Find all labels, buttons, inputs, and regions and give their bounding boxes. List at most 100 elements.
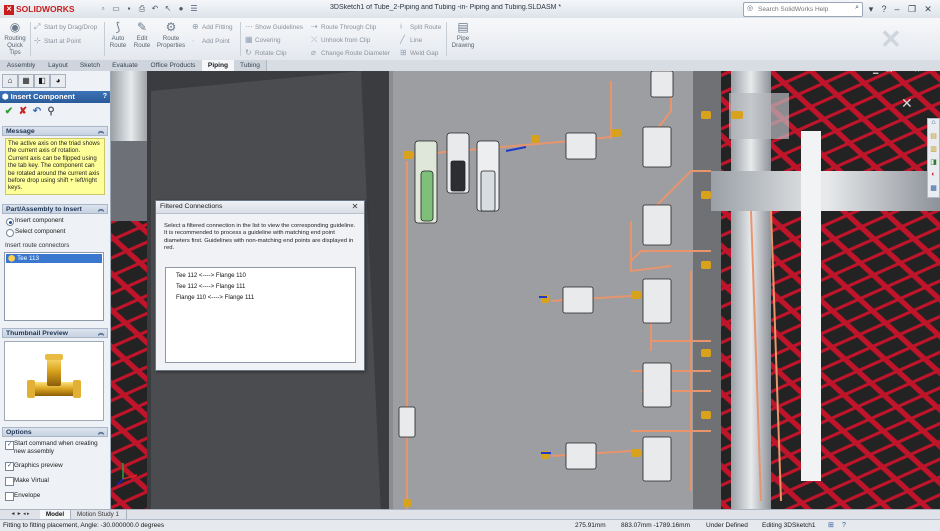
help-icon[interactable]: ? (103, 91, 107, 103)
property-manager: ⌂ ▦ ◧ ◕ ⬢ Insert Component ? ✔ ✘ ↶ ⚲ Mes… (0, 71, 111, 516)
tab-tubing[interactable]: Tubing (234, 60, 267, 71)
viewport-minimize-icon[interactable]: ▁ (873, 71, 878, 74)
start-at-point-button[interactable]: ⊹ Start at Point (34, 35, 81, 46)
add-fitting-button[interactable]: ⊕ Add Fitting (192, 21, 233, 32)
add-point-button[interactable]: ∙ Add Point (192, 35, 230, 46)
weld-gap-button[interactable]: ⊞ Weld Gap (400, 47, 438, 58)
design-library-icon[interactable]: ▤ (928, 132, 939, 145)
options-icon[interactable]: ☰ (189, 3, 199, 14)
separator (104, 22, 105, 56)
app-logo[interactable]: ✕ SOLIDWORKS (4, 2, 88, 16)
resources-icon[interactable]: ⌂ (928, 119, 939, 132)
select-component-radio[interactable] (6, 229, 14, 237)
configuration-icon[interactable]: ◧ (34, 74, 50, 88)
status-editing: Editing 3DSketch1 (762, 522, 816, 529)
file-explorer-icon[interactable]: ▥ (928, 145, 939, 158)
connections-list[interactable]: Tee 112 <----> Flange 110 Tee 112 <---->… (165, 267, 356, 363)
insert-component-icon: ⬢ (2, 92, 9, 101)
cancel-icon[interactable]: ✘ (17, 106, 29, 118)
message-group-header[interactable]: Message ︽ (2, 126, 108, 136)
pipe-drawing-button[interactable]: ▤ Pipe Drawing (449, 20, 477, 49)
add-fitting-icon: ⊕ (192, 22, 199, 31)
collapse-chevron-icon[interactable]: ︽ (98, 205, 104, 215)
split-route-button[interactable]: ⟊ Split Route (400, 21, 441, 32)
ok-icon[interactable]: ✔ (3, 106, 15, 118)
feature-tree-icon[interactable]: ⌂ (2, 74, 18, 88)
help-icon[interactable]: ? (878, 3, 890, 15)
search-box[interactable]: ◎ ⌕ (743, 2, 863, 17)
viewport-close-icon[interactable]: ✕ (914, 71, 920, 74)
tab-assembly[interactable]: Assembly (0, 60, 43, 71)
list-item[interactable]: Tee 112 <----> Flange 110 (176, 272, 246, 279)
open-icon[interactable]: ▭ (111, 3, 121, 14)
rotate-clip-button[interactable]: ↻ Rotate Clip (245, 47, 287, 58)
custom-properties-icon[interactable]: ▦ (928, 184, 939, 197)
start-command-checkbox[interactable]: ✓ (5, 441, 14, 450)
list-item[interactable]: Tee 112 <----> Flange 111 (176, 283, 245, 290)
list-item[interactable]: Flange 110 <----> Flange 111 (176, 294, 254, 301)
tab-sketch[interactable]: Sketch (74, 60, 107, 71)
undo-icon[interactable]: ↶ (150, 3, 160, 14)
rebuild-status-icon[interactable]: ⊞ (828, 520, 834, 531)
tab-model[interactable]: Model (40, 510, 71, 519)
new-document-icon[interactable]: ▫ (98, 3, 108, 14)
tab-evaluate[interactable]: Evaluate (106, 60, 145, 71)
make-virtual-checkbox[interactable] (5, 477, 14, 486)
list-item[interactable]: ⬤ Tee 113 (6, 254, 102, 263)
help-dropdown-icon[interactable]: ▾ (865, 3, 877, 15)
edit-route-button[interactable]: ✎ Edit Route (130, 20, 154, 49)
change-route-diameter-button[interactable]: ⌀ Change Route Diameter (311, 47, 390, 58)
dialog-title-bar[interactable]: Filtered Connections ✕ (156, 201, 364, 214)
rebuild-icon[interactable]: ● (176, 3, 186, 14)
restore-icon[interactable]: ❐ (906, 3, 918, 15)
route-properties-icon: ⚙ (165, 20, 177, 34)
line-button[interactable]: ╱ Line (400, 34, 422, 45)
viewport-maximize-icon[interactable]: □ (900, 71, 904, 73)
covering-button[interactable]: ▦ Covering (245, 34, 281, 45)
tab-layout[interactable]: Layout (42, 60, 75, 71)
graphics-preview-label: Graphics preview (14, 462, 63, 469)
tab-office-products[interactable]: Office Products (144, 60, 203, 71)
start-by-drag-drop-button[interactable]: ⤢ Start by Drag/Drop (34, 21, 97, 32)
pushpin-icon[interactable]: ⚲ (45, 106, 57, 118)
route-through-clip-button[interactable]: ⇢ Route Through Clip (311, 21, 376, 32)
print-icon[interactable]: ⎙ (137, 3, 147, 14)
view-palette-icon[interactable]: ◨ (928, 158, 939, 171)
dialog-close-icon[interactable]: ✕ (350, 201, 360, 213)
rotate-clip-icon: ↻ (245, 48, 252, 57)
select-icon[interactable]: ↖ (163, 3, 173, 14)
quick-tips-icon: ◉ (9, 20, 21, 34)
tab-piping[interactable]: Piping (202, 60, 235, 71)
search-go-icon[interactable]: ⌕ (855, 4, 859, 12)
undo-icon[interactable]: ↶ (31, 106, 43, 118)
unhook-from-clip-button[interactable]: ⤫ Unhook from Clip (311, 34, 370, 45)
minimize-icon[interactable]: – (891, 3, 903, 15)
title-bar: ✕ SOLIDWORKS ▫ ▭ ▪ ⎙ ↶ ↖ ● ☰ 3DSketch1 of… (0, 0, 940, 19)
thumbnail-group-header[interactable]: Thumbnail Preview ︽ (2, 328, 108, 338)
save-icon[interactable]: ▪ (124, 3, 134, 14)
auto-route-button[interactable]: ⟆ Auto Route (106, 20, 130, 49)
route-connectors-list[interactable]: ⬤ Tee 113 (4, 252, 104, 321)
insert-component-radio[interactable] (6, 218, 14, 226)
part-assembly-group-header[interactable]: Part/Assembly to Insert ︽ (2, 204, 108, 214)
collapse-chevron-icon[interactable]: ︽ (98, 127, 104, 137)
appearances-icon[interactable]: ◐ (928, 171, 939, 184)
graphics-preview-checkbox[interactable]: ✓ (5, 462, 14, 471)
routing-quick-tips-button[interactable]: ◉ Routing Quick Tips (2, 20, 28, 56)
close-icon[interactable]: ✕ (922, 3, 934, 15)
property-manager-icon[interactable]: ▦ (18, 74, 34, 88)
display-manager-icon[interactable]: ◕ (50, 74, 66, 88)
envelope-checkbox[interactable] (5, 492, 14, 501)
collapse-chevron-icon[interactable]: ︽ (98, 428, 104, 438)
confirmation-corner-icon[interactable]: ✕ (901, 95, 913, 112)
options-group-header[interactable]: Options ︽ (2, 427, 108, 437)
tab-nav-icons[interactable]: ◄ ► ◂ ▸ (0, 510, 41, 519)
units-icon[interactable]: ? (842, 520, 846, 531)
tab-motion-study-1[interactable]: Motion Study 1 (70, 510, 127, 519)
collapse-chevron-icon[interactable]: ︽ (98, 329, 104, 339)
route-properties-button[interactable]: ⚙ Route Properties (155, 20, 187, 49)
search-input[interactable] (758, 4, 848, 14)
viewport-restore-icon[interactable]: ❐ (886, 71, 892, 74)
status-message: Fitting to fitting placement, Angle: -30… (3, 522, 165, 529)
show-guidelines-button[interactable]: ⋯ Show Guidelines (245, 21, 303, 32)
